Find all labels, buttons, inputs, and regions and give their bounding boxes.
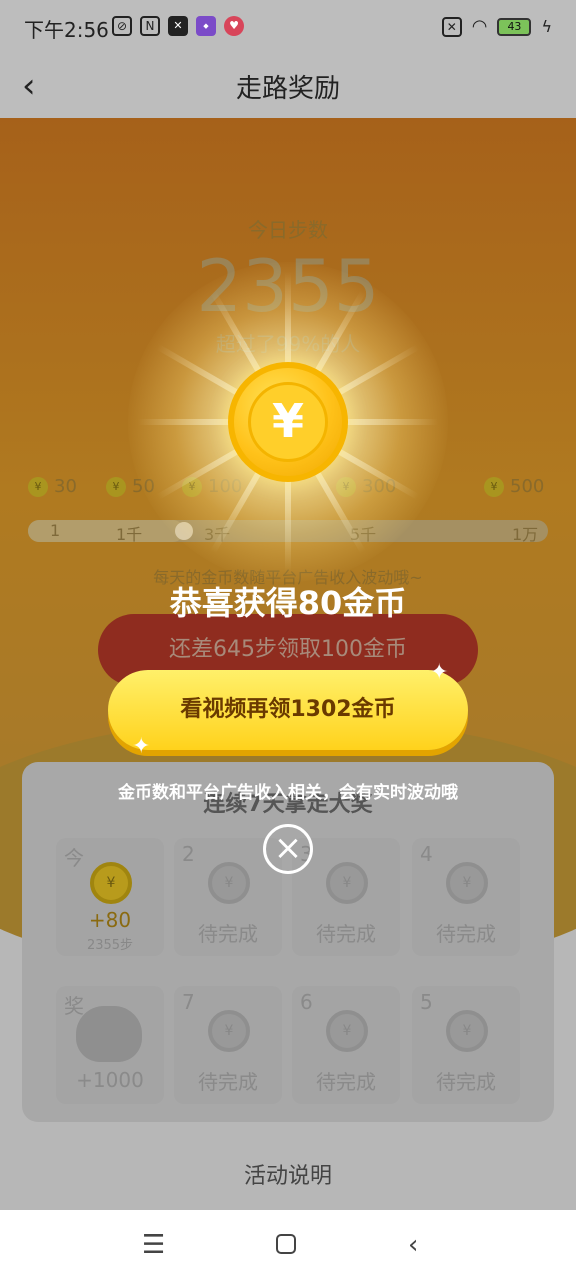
day-number: 6 bbox=[300, 990, 313, 1014]
nfc-icon: N bbox=[140, 16, 160, 36]
coin-icon: ¥ bbox=[208, 1010, 250, 1052]
streak-card: 连续7天拿走大奖 今 ¥ +80 2355步 2 ¥ 待完成 3 ¥ 待完成 4… bbox=[22, 762, 554, 1122]
app-icon: ◆ bbox=[196, 16, 216, 36]
day-status: 待完成 bbox=[436, 1070, 496, 1094]
watch-video-button[interactable]: 看视频再领1302金币 bbox=[108, 670, 468, 750]
day-status: 待完成 bbox=[198, 922, 258, 946]
capcut-icon: ✕ bbox=[168, 16, 188, 36]
yuan-symbol: ¥ bbox=[248, 382, 328, 462]
heart-app-icon: ♥ bbox=[224, 16, 244, 36]
charging-icon: ϟ bbox=[541, 17, 552, 36]
coin-icon: ¥ bbox=[446, 1010, 488, 1052]
day-status: 待完成 bbox=[316, 922, 376, 946]
day-card: 7 ¥ 待完成 bbox=[174, 986, 282, 1104]
progress-tick: 1千 bbox=[116, 525, 143, 544]
sparkle-icon: ✦ bbox=[430, 660, 449, 685]
page-title: 走路奖励 bbox=[235, 74, 340, 104]
coin-icon: ¥ bbox=[28, 476, 48, 497]
steps-label: 今日步数 bbox=[248, 218, 328, 242]
mute-icon: ⊘ bbox=[112, 16, 132, 36]
milestone-reward-value: 30 bbox=[54, 476, 77, 497]
day-number: 2 bbox=[182, 842, 195, 866]
coin-icon: ¥ bbox=[326, 862, 368, 904]
grand-prize-bonus: +1000 bbox=[76, 1068, 144, 1092]
day-number: 7 bbox=[182, 990, 195, 1014]
day-card: 4 ¥ 待完成 bbox=[412, 838, 520, 956]
milestone-reward: ¥ 30 bbox=[28, 476, 77, 497]
back-nav-icon[interactable]: ‹ bbox=[408, 1230, 418, 1260]
fluctuation-notice: 金币数和平台广告收入相关，会有实时波动哦 bbox=[118, 783, 458, 803]
status-bar: 下午2:56 ⊘ N ✕ ◆ ♥ ✕ ◠ 43 ϟ bbox=[0, 0, 576, 56]
coin-icon: ¥ bbox=[90, 862, 132, 904]
home-icon[interactable] bbox=[276, 1234, 296, 1254]
coin-icon: ¥ bbox=[106, 476, 126, 497]
day-card: 5 ¥ 待完成 bbox=[412, 986, 520, 1104]
day-card-today: 今 ¥ +80 2355步 bbox=[56, 838, 164, 956]
progress-tick: 1万 bbox=[512, 525, 539, 544]
day-number: 5 bbox=[420, 990, 433, 1014]
sparkle-icon: ✦ bbox=[132, 734, 151, 759]
today-bonus: +80 bbox=[88, 908, 132, 932]
day-status: 待完成 bbox=[316, 1070, 376, 1094]
day-corner-label: 今 bbox=[64, 846, 84, 870]
menu-icon[interactable]: ☰ bbox=[142, 1230, 165, 1260]
money-bag-icon bbox=[76, 1006, 142, 1062]
wifi-icon: ◠ bbox=[471, 16, 488, 37]
coin-icon: ¥ bbox=[208, 862, 250, 904]
milestone-reward-value: 500 bbox=[510, 476, 545, 497]
today-steps: 2355步 bbox=[86, 938, 134, 953]
milestone-reward: ¥ 500 bbox=[484, 476, 544, 497]
day-number: 4 bbox=[420, 842, 433, 866]
day-status: 待完成 bbox=[436, 922, 496, 946]
system-nav-bar: ☰ ‹ bbox=[0, 1210, 576, 1280]
close-icon[interactable]: × bbox=[263, 824, 313, 874]
day-card-grand-prize: 奖 +1000 bbox=[56, 986, 164, 1104]
battery-icon: 43 bbox=[497, 17, 532, 36]
coin-icon: ¥ bbox=[484, 476, 504, 497]
sim-icon: ✕ bbox=[441, 16, 462, 37]
status-time: 下午2:56 bbox=[24, 18, 109, 42]
congrats-title: 恭喜获得80金币 bbox=[169, 584, 407, 622]
coin-icon: ¥ bbox=[326, 1010, 368, 1052]
day-status: 待完成 bbox=[198, 1070, 258, 1094]
progress-tick: 1 bbox=[50, 521, 61, 540]
gold-coin-icon: ¥ bbox=[228, 362, 348, 482]
day-corner-label: 奖 bbox=[64, 994, 84, 1018]
coin-icon: ¥ bbox=[446, 862, 488, 904]
day-card: 6 ¥ 待完成 bbox=[292, 986, 400, 1104]
nav-bar: ‹ 走路奖励 bbox=[0, 56, 576, 118]
activity-rules-link[interactable]: 活动说明 bbox=[0, 1158, 576, 1190]
